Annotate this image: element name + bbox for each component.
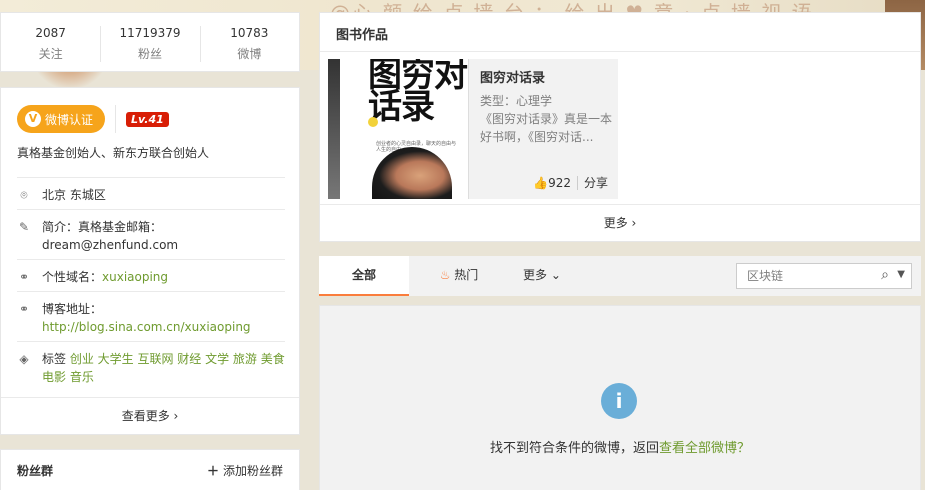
location-text: 北京 东城区 xyxy=(42,188,106,202)
domain-text: 个性域名：xuxiaoping xyxy=(42,268,285,286)
empty-text: 找不到符合条件的微博，返回 xyxy=(489,441,659,456)
add-fans-group-label: 添加粉丝群 xyxy=(222,464,283,478)
domain-link[interactable]: xuxiaoping xyxy=(102,270,168,284)
books-more-link[interactable]: 更多 › xyxy=(320,204,920,241)
thumbs-up-icon: 👍 xyxy=(533,175,549,190)
domain-row: ⚭ 个性域名：xuxiaoping xyxy=(17,259,285,292)
book-info: 图穷对话录 类型：心理学 《图穷对话录》真是一本好书啊，《图穷对话... xyxy=(480,67,612,146)
profile-info-card: V 微博认证 Lv.41 真格基金创始人、新东方联合创始人 ⌾ 北京 东城区 ✎… xyxy=(0,87,300,435)
search-icon[interactable]: ⌕ xyxy=(881,267,889,283)
edit-icon: ✎ xyxy=(18,220,30,234)
stat-label: 关注 xyxy=(38,47,63,61)
feed-tabs: 全部 ♨ 热门 更多 ⌄ ⌕ ▼ xyxy=(319,256,921,296)
location-pin-icon: ⌾ xyxy=(20,188,28,202)
stat-following[interactable]: 2087 关注 xyxy=(1,13,100,71)
tags-row: ◈ 标签 创业 大学生 互联网 财经 文学 旅游 美食 电影 音乐 xyxy=(17,341,285,398)
intro-text: 简介：真格基金邮箱：dream@zhenfund.com xyxy=(42,218,285,254)
stat-label: 粉丝 xyxy=(137,47,162,61)
chevron-down-icon: ⌄ xyxy=(550,268,561,282)
stat-weibo[interactable]: 10783 微博 xyxy=(199,13,299,71)
divider xyxy=(576,175,578,190)
plus-icon: ＋ xyxy=(206,464,219,478)
books-header: 图书作品 xyxy=(320,13,920,52)
tab-more[interactable]: 更多 ⌄ xyxy=(511,256,573,294)
link-icon: ⚭ xyxy=(18,270,30,284)
location-row: ⌾ 北京 东城区 xyxy=(17,177,285,210)
like-count: 922 xyxy=(548,175,571,190)
book-cover-image[interactable]: 图穷对话录 创业者的心灵自由录，聊天的自由与人生的自由 xyxy=(328,59,469,199)
domain-label: 个性域名： xyxy=(42,270,103,284)
blog-label: 博客地址： xyxy=(42,302,103,316)
book-item[interactable]: 图穷对话录 创业者的心灵自由录，聊天的自由与人生的自由 图穷对话录 类型：心理学… xyxy=(328,59,618,199)
book-type: 类型：心理学 xyxy=(480,94,553,108)
book-actions: 👍922 分享 xyxy=(533,174,608,191)
cover-title: 图穷对话录 xyxy=(368,59,468,127)
stat-label: 微博 xyxy=(237,47,262,61)
book-description: 《图穷对话录》真是一本好书啊，《图穷对话... xyxy=(480,112,612,144)
book-title[interactable]: 图穷对话录 xyxy=(480,67,612,86)
fans-group-title: 粉丝群 xyxy=(17,464,54,478)
share-button[interactable]: 分享 xyxy=(584,174,608,191)
cover-spine xyxy=(328,59,340,199)
search-input[interactable] xyxy=(745,268,869,284)
divider xyxy=(115,105,117,133)
tab-more-label: 更多 xyxy=(523,268,548,282)
verify-button[interactable]: V 微博认证 xyxy=(17,105,106,133)
view-more-link[interactable]: 查看更多 › xyxy=(1,397,299,434)
verified-v-icon: V xyxy=(25,111,41,127)
tab-hot[interactable]: ♨ 热门 xyxy=(419,256,499,294)
tags-label: 标签 xyxy=(42,352,67,366)
search-box: ⌕ ▼ xyxy=(736,263,912,289)
verify-label: 微博认证 xyxy=(45,112,94,127)
flame-icon: ♨ xyxy=(439,268,451,282)
intro-prefix: 简介： xyxy=(42,220,79,234)
stat-number: 10783 xyxy=(230,26,269,40)
feed-area: i 找不到符合条件的微博，返回查看全部微博？ xyxy=(319,305,921,490)
like-button[interactable]: 👍922 xyxy=(533,176,571,190)
add-fans-group-button[interactable]: ＋添加粉丝群 xyxy=(207,462,283,479)
intro-row: ✎ 简介：真格基金邮箱：dream@zhenfund.com xyxy=(17,209,285,260)
link-icon: ⚭ xyxy=(18,302,30,316)
stats-card: 2087 关注 11719379 粉丝 10783 微博 xyxy=(0,12,300,72)
stat-followers[interactable]: 11719379 粉丝 xyxy=(100,13,199,71)
tags-links[interactable]: 创业 大学生 互联网 财经 文学 旅游 美食 电影 音乐 xyxy=(42,352,285,384)
tab-hot-label: 热门 xyxy=(454,268,479,282)
dropdown-caret-icon[interactable]: ▼ xyxy=(897,269,905,280)
profile-description: 真格基金创始人、新东方联合创始人 xyxy=(17,146,210,160)
tab-all[interactable]: 全部 xyxy=(319,256,409,296)
blog-text: 博客地址： http://blog.sina.com.cn/xuxiaoping xyxy=(42,300,285,336)
books-title: 图书作品 xyxy=(336,28,389,43)
verify-row: V 微博认证 Lv.41 xyxy=(17,105,169,133)
stat-number: 11719379 xyxy=(119,26,181,40)
info-icon: i xyxy=(601,383,637,419)
level-badge[interactable]: Lv.41 xyxy=(126,111,169,127)
stat-number: 2087 xyxy=(35,26,66,40)
blog-row: ⚭ 博客地址： http://blog.sina.com.cn/xuxiaopin… xyxy=(17,291,285,342)
tag-icon: ◈ xyxy=(19,352,29,366)
tags-text: 标签 创业 大学生 互联网 财经 文学 旅游 美食 电影 音乐 xyxy=(42,350,285,386)
fans-group-card: 粉丝群 ＋添加粉丝群 xyxy=(0,449,300,490)
cover-dot xyxy=(368,117,378,127)
blog-link[interactable]: http://blog.sina.com.cn/xuxiaoping xyxy=(42,320,251,334)
view-all-weibo-link[interactable]: 查看全部微博？ xyxy=(659,441,750,456)
books-card: 图书作品 图穷对话录 创业者的心灵自由录，聊天的自由与人生的自由 图穷对话录 类… xyxy=(319,12,921,242)
empty-message: 找不到符合条件的微博，返回查看全部微博？ xyxy=(320,437,920,456)
cover-portrait xyxy=(372,147,452,199)
